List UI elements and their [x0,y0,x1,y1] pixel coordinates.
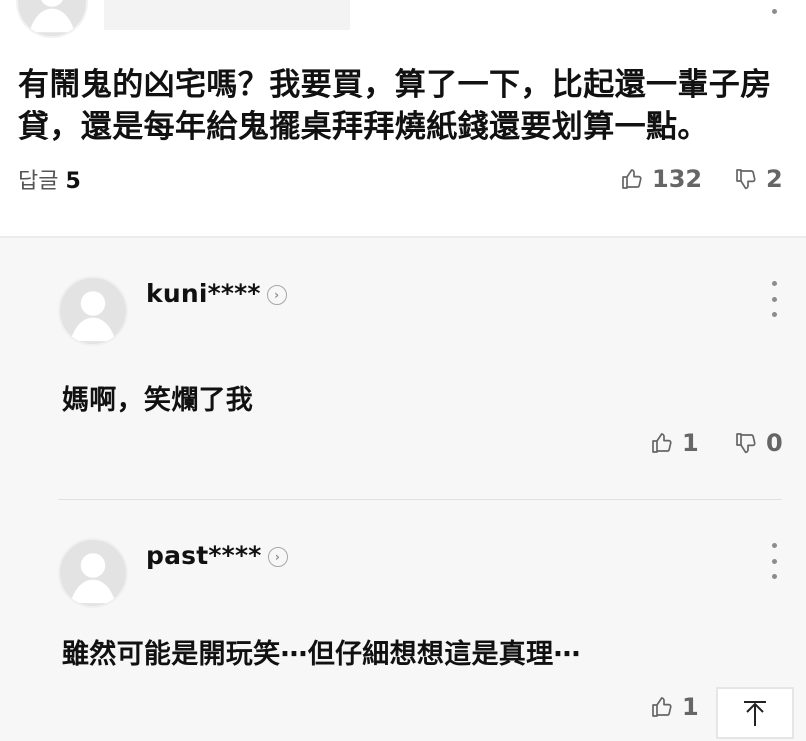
dislike-button[interactable]: 2 [734,164,783,194]
arrow-up-icon [744,701,766,726]
reply-author-name: kuni**** [146,279,261,308]
like-count: 132 [652,165,703,193]
profile-icon [70,553,116,604]
top-comment: 有鬧鬼的凶宅嗎？我要買，算了一下，比起還一輩子房貸，還是每年給鬼擺桌拜拜燒紙錢還… [0,0,806,236]
reply-item: past**** › 雖然可能是開玩笑⋯但仔細想想這是真理⋯ 1 [0,500,806,741]
reply-author-name: past**** [146,541,262,570]
chevron-right-icon[interactable]: › [266,285,287,305]
reply-text: 媽啊，笑爛了我 [62,385,254,416]
reply-count[interactable]: 답글 5 [18,168,81,196]
scroll-top-button[interactable] [716,687,794,739]
reply-text: 雖然可能是開玩笑⋯但仔細想想這是真理⋯ [62,639,581,670]
more-vertical-icon[interactable] [769,0,779,14]
more-vertical-icon[interactable] [769,543,779,579]
avatar[interactable] [58,538,128,608]
profile-icon [70,291,116,342]
comment-text: 有鬧鬼的凶宅嗎？我要買，算了一下，比起還一輩子房貸，還是每年給鬼擺桌拜拜燒紙錢還… [18,67,772,145]
thumb-down-icon [736,169,756,190]
thumb-up-icon [652,697,672,717]
chevron-right-icon[interactable]: › [267,547,288,567]
more-vertical-icon[interactable] [769,281,779,317]
thumb-down-icon [736,433,756,454]
thumb-up-icon [652,433,672,453]
like-button[interactable]: 1 [650,692,699,722]
avatar[interactable] [16,0,88,38]
like-count: 1 [682,429,699,457]
reply-author[interactable]: kuni**** › [146,279,287,308]
like-count: 1 [682,693,699,721]
avatar[interactable] [58,276,128,346]
reply-item: kuni**** › 媽啊，笑爛了我 1 0 [0,238,806,500]
reply-panel: kuni**** › 媽啊，笑爛了我 1 0 past**** › 雖然可能是開… [0,236,806,741]
dislike-count: 0 [766,429,783,457]
reply-author[interactable]: past**** › [146,541,288,570]
dislike-count: 2 [766,165,783,193]
like-button[interactable]: 1 [650,428,699,458]
redacted-author [104,0,350,30]
reply-count-value: 5 [65,169,81,194]
like-button[interactable]: 132 [620,164,702,194]
reply-count-label: 답글 [18,169,59,194]
thumb-up-icon [622,169,642,189]
dislike-button[interactable]: 0 [734,428,783,458]
profile-icon [29,0,75,33]
